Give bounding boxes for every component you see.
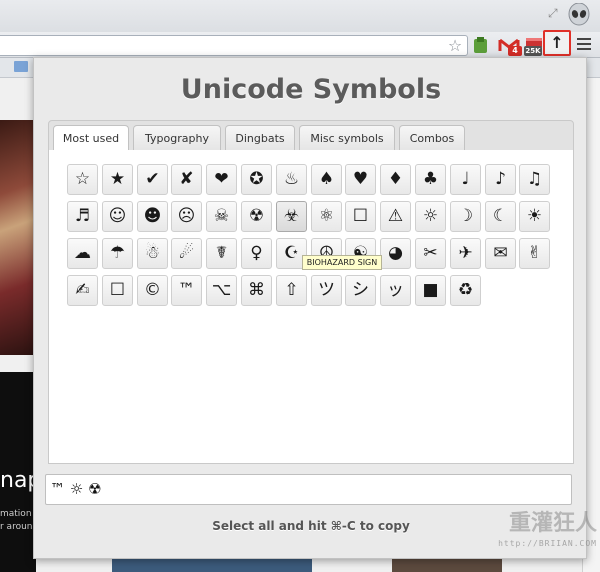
counter-badge: 25K	[524, 46, 542, 56]
symbol-button[interactable]: ☐	[102, 275, 133, 306]
symbol-button[interactable]: ✍	[67, 275, 98, 306]
symbol-button[interactable]: ■	[415, 275, 446, 306]
background-artwork	[0, 120, 36, 355]
symbol-button[interactable]: ☀	[519, 201, 550, 232]
background-subtext: mation r aroun	[0, 509, 33, 532]
tab-dingbats[interactable]: Dingbats	[225, 125, 295, 152]
symbol-button[interactable]: ツ	[311, 275, 342, 306]
symbol-button[interactable]: ☤	[206, 238, 237, 269]
copy-hint: Select all and hit ⌘-C to copy	[212, 519, 410, 533]
symbol-button[interactable]: ⌥	[206, 275, 237, 306]
symbol-button[interactable]: ❤	[206, 164, 237, 195]
hamburger-menu-icon[interactable]	[577, 38, 591, 52]
symbol-button[interactable]: ♦	[380, 164, 411, 195]
symbol-button[interactable]: ッ	[380, 275, 411, 306]
symbol-button[interactable]: ⚛	[311, 201, 342, 232]
symbol-button[interactable]: ☐	[345, 201, 376, 232]
symbol-button[interactable]: ☼	[415, 201, 446, 232]
symbol-grid: 重灌狂人 http://BRIIAN.COM ☆ ★ ✔ ✘ ❤ ✪ ♨ ♠ ♥ ♦ ♣ ♩ ♪ ♫ ♬ ☺ ☻…	[48, 150, 597, 548]
gmail-badge: 4	[508, 46, 522, 56]
symbol-button[interactable]: ♫	[519, 164, 550, 195]
symbol-button[interactable]: ✘	[171, 164, 202, 195]
tab-typography[interactable]: Typography	[133, 125, 221, 152]
symbol-button[interactable]: ☄	[171, 238, 202, 269]
symbol-button[interactable]: ☆	[67, 164, 98, 195]
symbol-button[interactable]: ©	[137, 275, 168, 306]
popup-title: Unicode Symbols	[180, 74, 442, 105]
window-titlebar	[0, 0, 600, 32]
bookmark-star-icon[interactable]: ☆	[446, 37, 464, 55]
address-bar[interactable]	[0, 35, 468, 56]
symbol-button[interactable]: ✔	[137, 164, 168, 195]
symbol-button[interactable]: ✈	[450, 238, 481, 269]
symbol-button[interactable]: ♩	[450, 164, 481, 195]
tab-most-used[interactable]: Most used	[53, 125, 129, 153]
fullscreen-arrows-icon[interactable]: ⤢	[548, 6, 562, 20]
symbol-button[interactable]: ♬	[67, 201, 98, 232]
symbol-button[interactable]: ◕	[380, 238, 411, 269]
watermark-url: http://BRIIAN.COM	[498, 539, 597, 548]
symbol-button[interactable]: ☾	[485, 201, 516, 232]
symbol-button[interactable]: ☢	[241, 201, 272, 232]
bookmark-folder-icon[interactable]	[14, 61, 28, 72]
symbol-button[interactable]: ♀	[241, 238, 272, 269]
symbol-button[interactable]: ☁	[67, 238, 98, 269]
symbol-button[interactable]: ☣	[276, 201, 307, 232]
symbol-button[interactable]: ☠	[206, 201, 237, 232]
symbol-button[interactable]: ♥	[345, 164, 376, 195]
symbol-button[interactable]: ⚠	[380, 201, 411, 232]
symbol-button[interactable]: ☹	[171, 201, 202, 232]
symbol-button[interactable]: ☂	[102, 238, 133, 269]
tab-bar: Most used Typography Dingbats Misc symbo…	[48, 120, 574, 153]
symbol-button[interactable]: ♣	[415, 164, 446, 195]
alien-avatar-icon[interactable]	[568, 3, 590, 27]
symbol-button[interactable]: ✂	[415, 238, 446, 269]
symbol-button[interactable]: シ	[345, 275, 376, 306]
symbol-button[interactable]: ✉	[485, 238, 516, 269]
symbol-button[interactable]: ✌	[519, 238, 550, 269]
symbol-button[interactable]: ★	[102, 164, 133, 195]
symbol-button[interactable]: ♪	[485, 164, 516, 195]
unicode-extension-icon[interactable]: ↑	[543, 30, 571, 56]
symbol-button[interactable]: ✪	[241, 164, 272, 195]
symbol-button[interactable]: ☽	[450, 201, 481, 232]
green-extension-icon[interactable]	[472, 35, 490, 56]
symbol-button[interactable]: ⇧	[276, 275, 307, 306]
symbol-button[interactable]: ☺	[102, 201, 133, 232]
symbol-button[interactable]: ♨	[276, 164, 307, 195]
symbol-button[interactable]: ♻	[450, 275, 481, 306]
output-field[interactable]: ™ ☼ ☢	[45, 474, 572, 505]
symbol-button[interactable]: ™	[171, 275, 202, 306]
symbol-button[interactable]: ☻	[137, 201, 168, 232]
symbol-button[interactable]: ⌘	[241, 275, 272, 306]
unicode-symbols-popup: Unicode Symbols Most used Typography Din…	[33, 57, 597, 559]
background-headline: nap	[0, 468, 36, 493]
symbol-button[interactable]: ♠	[311, 164, 342, 195]
symbol-tooltip: BIOHAZARD SIGN	[302, 255, 382, 270]
tab-misc-symbols[interactable]: Misc symbols	[299, 125, 395, 152]
tab-combos[interactable]: Combos	[399, 125, 465, 152]
symbol-button[interactable]: ☃	[137, 238, 168, 269]
